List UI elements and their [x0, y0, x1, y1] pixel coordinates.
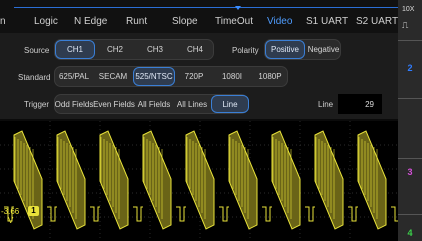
- sync-pulse: [133, 206, 143, 222]
- standard-720p-button[interactable]: 720P: [175, 67, 213, 86]
- channel-3-button[interactable]: 3: [398, 167, 422, 177]
- trigger-mode-selector: Odd Fields Even Fields All Fields All Li…: [54, 94, 249, 114]
- standard-secam-button[interactable]: SECAM: [93, 67, 133, 86]
- sync-pulse: [348, 206, 358, 222]
- standard-label: Standard: [18, 73, 51, 82]
- sync-pulse: [262, 206, 272, 222]
- channel-1-badge: 1: [28, 206, 39, 216]
- tab-logic[interactable]: Logic: [34, 16, 58, 27]
- polarity-label: Polarity: [232, 46, 259, 55]
- source-ch2-button[interactable]: CH2: [95, 40, 135, 59]
- standard-1080p-button[interactable]: 1080P: [251, 67, 289, 86]
- standard-pal-button[interactable]: 625/PAL: [55, 67, 93, 86]
- sidebar-divider: [398, 98, 422, 99]
- sidebar-divider: [398, 214, 422, 215]
- tabbar-accent-line: [14, 7, 398, 8]
- sync-pulse: [305, 206, 315, 222]
- channel-2-button[interactable]: 2: [398, 63, 422, 73]
- tab-timeout[interactable]: TimeOut: [215, 16, 253, 27]
- source-ch4-button[interactable]: CH4: [175, 40, 215, 59]
- probe-ratio-label: 10X: [402, 6, 415, 13]
- channel-4-button[interactable]: 4: [398, 228, 422, 238]
- sync-pulse: [90, 206, 100, 222]
- trigger-all-fields-button[interactable]: All Fields: [135, 95, 173, 113]
- source-ch1-button[interactable]: CH1: [55, 40, 95, 59]
- channel-1-waveform: [4, 130, 398, 230]
- standard-ntsc-button[interactable]: 525/NTSC: [133, 67, 175, 86]
- trigger-label: Trigger: [24, 100, 50, 109]
- sync-pulse: [391, 206, 398, 222]
- tab-runt[interactable]: Runt: [126, 16, 147, 27]
- source-ch3-button[interactable]: CH3: [135, 40, 175, 59]
- tab-s2-uart[interactable]: S2 UART: [356, 16, 398, 27]
- channel-level-unit: V: [8, 216, 14, 225]
- trigger-even-fields-button[interactable]: Even Fields: [93, 95, 135, 113]
- channel-sidebar: 10X ⎍ 2 3 4: [398, 0, 422, 241]
- tab-video[interactable]: Video: [267, 16, 292, 27]
- sync-pulse: [47, 206, 57, 222]
- source-label: Source: [24, 46, 50, 55]
- trigger-all-lines-button[interactable]: All Lines: [173, 95, 211, 113]
- channel-level-value: -3.66: [1, 207, 20, 216]
- sidebar-divider: [398, 40, 422, 41]
- standard-1080i-button[interactable]: 1080I: [213, 67, 251, 86]
- line-number-label: Line: [318, 100, 334, 109]
- tab-s1-uart[interactable]: S1 UART: [306, 16, 348, 27]
- tab-n-edge[interactable]: N Edge: [74, 16, 107, 27]
- polarity-negative-button[interactable]: Negative: [305, 40, 342, 59]
- sidebar-divider: [398, 158, 422, 159]
- tab-slope[interactable]: Slope: [172, 16, 198, 27]
- trigger-line-button[interactable]: Line: [211, 95, 249, 113]
- polarity-positive-button[interactable]: Positive: [265, 40, 305, 59]
- sync-pulse: [176, 206, 186, 222]
- polarity-selector: Positive Negative: [264, 39, 341, 60]
- trigger-position-marker-icon: [235, 6, 241, 10]
- waveform-display[interactable]: [0, 121, 398, 241]
- tab-edge-partial[interactable]: n: [0, 16, 6, 27]
- line-number-input[interactable]: 29: [338, 94, 382, 114]
- standard-selector: 625/PAL SECAM 525/NTSC 720P 1080I 1080P: [54, 66, 288, 87]
- sync-pulse: [219, 206, 229, 222]
- source-selector: CH1 CH2 CH3 CH4: [54, 39, 214, 60]
- trigger-odd-fields-button[interactable]: Odd Fields: [55, 95, 94, 113]
- trigger-edge-icon: ⎍: [402, 20, 409, 30]
